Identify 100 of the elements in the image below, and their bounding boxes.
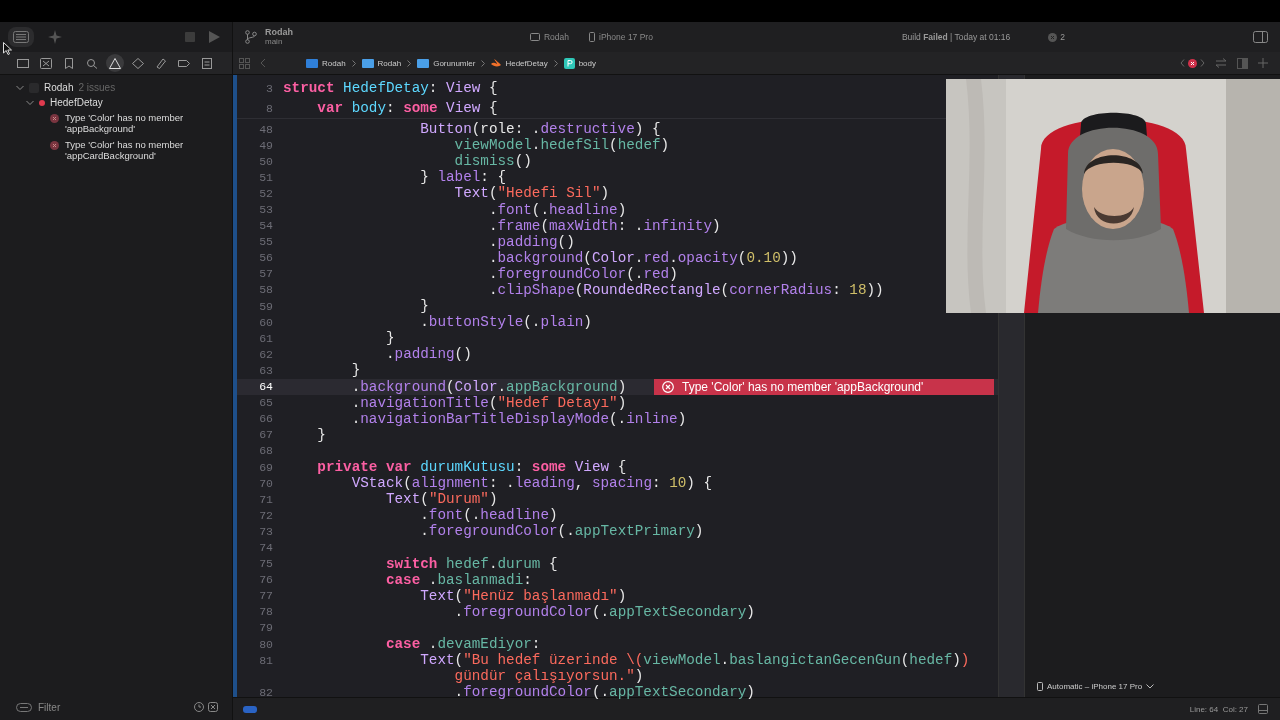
line-number: 56 [258, 251, 273, 265]
filter-field[interactable]: Filter [38, 701, 158, 713]
line-number: 75 [258, 557, 273, 571]
breadcrumb[interactable]: Gorunumler [433, 58, 476, 68]
code-line: .font(.headline) [419, 507, 558, 524]
line-number: 8 [265, 101, 273, 115]
line-number: 58 [258, 283, 273, 297]
build-status: Build Failed | Today at 01:16 [901, 32, 1011, 42]
code-line: } [384, 330, 395, 347]
code-line: .frame(maxWidth: .infinity) [487, 217, 721, 234]
swap-icon[interactable] [1215, 58, 1227, 68]
console-toggle-icon[interactable] [243, 705, 257, 713]
line-number: 59 [258, 299, 273, 313]
line-number: 57 [258, 267, 273, 281]
code-line: Text("Henüz başlanmadı") [419, 587, 627, 604]
project-name[interactable]: Rodah [44, 82, 74, 93]
line-number: 54 [258, 219, 273, 233]
code-line: .font(.headline) [487, 201, 627, 218]
code-line: } [316, 426, 326, 443]
next-issue-icon[interactable] [1200, 59, 1205, 67]
app-icon [530, 33, 540, 41]
line-number: 67 [258, 428, 273, 442]
clock-icon[interactable] [194, 702, 204, 712]
breadcrumb[interactable]: body [578, 58, 596, 68]
cursor-position: Line: 64 Col: 27 [1189, 704, 1248, 714]
add-icon[interactable] [1258, 58, 1268, 68]
line-number: 73 [258, 524, 273, 538]
device-selector[interactable]: iPhone 17 Pro [599, 32, 653, 42]
code-line: .buttonStyle(.plain) [419, 314, 592, 331]
issue-message[interactable]: Type 'Color' has no member 'appCardBackground' [65, 139, 215, 161]
code-line: .foregroundColor(.appTextSecondary) [453, 603, 755, 620]
line-number: 49 [258, 138, 273, 152]
line-number: 69 [258, 460, 273, 474]
file-name[interactable]: HedefDetay [50, 97, 103, 108]
issue-tab-icon[interactable] [106, 54, 124, 72]
disclosure-icon[interactable] [26, 99, 34, 106]
chevron-icon [553, 59, 558, 67]
chevron-icon [407, 59, 412, 67]
error-icon [50, 141, 59, 150]
line-number: 3 [265, 81, 273, 95]
inspector-toggle-icon[interactable] [1253, 31, 1268, 43]
code-line: .background(Color.red.opacity(0.10)) [487, 249, 798, 266]
scheme-selector[interactable]: Rodah [544, 32, 570, 42]
line-number: 70 [258, 476, 273, 490]
line-number: 52 [258, 186, 273, 200]
error-icon[interactable] [1188, 58, 1197, 68]
branch-icon [245, 30, 257, 44]
code-line: } label: { [419, 169, 507, 186]
folder-icon [417, 58, 430, 68]
code-line: .navigationTitle("Hedef Detayı") [350, 394, 627, 411]
panel-icon[interactable] [1258, 704, 1268, 714]
code-line: .padding() [384, 346, 472, 363]
line-number: 51 [258, 170, 273, 184]
code-line: } [350, 362, 361, 379]
caret-icon[interactable] [1146, 684, 1155, 689]
play-icon[interactable] [209, 31, 220, 43]
breadcrumb[interactable]: Rodah [322, 58, 346, 68]
code-line: switch hedef.durum { [384, 555, 558, 572]
project-title: Rodah [265, 28, 293, 37]
code-line: .foregroundColor(.red) [487, 265, 678, 282]
issue-count: 2 issues [78, 82, 116, 93]
sidebar-toggle-icon[interactable] [8, 27, 34, 47]
error-icon [50, 114, 59, 123]
code-line: case .devamEdiyor: [384, 636, 541, 653]
code-line: .navigationBarTitleDisplayMode(.inline) [350, 410, 687, 427]
code-line: case .baslanmadi: [384, 571, 532, 588]
issue-message[interactable]: Type 'Color' has no member 'appBackground' [65, 112, 215, 134]
previous-issue-icon[interactable] [1180, 59, 1185, 67]
filter-icon[interactable] [16, 702, 32, 712]
line-number: 60 [258, 315, 273, 329]
line-number: 50 [258, 154, 273, 168]
code-line: .clipShape(RoundedRectangle(cornerRadius: 18)) [487, 282, 884, 298]
line-number: 80 [258, 637, 273, 651]
disclosure-icon[interactable] [16, 84, 24, 91]
chevron-icon [351, 59, 356, 67]
back-icon[interactable] [260, 58, 266, 68]
code-line: } [419, 298, 429, 315]
split-view-icon[interactable] [1237, 57, 1248, 69]
grid-icon[interactable] [239, 57, 250, 69]
code-line: dismiss() [453, 153, 532, 170]
breadcrumb[interactable]: HedefDetay [505, 58, 548, 68]
code-line: .foregroundColor(.appTextPrimary) [419, 523, 704, 540]
error-annotation[interactable]: Type 'Color' has no member 'appBackground' [654, 378, 994, 395]
error-filter-icon[interactable] [208, 702, 218, 712]
code-line: struct HedefDetay: View { [283, 80, 498, 96]
line-number: 64 [258, 380, 273, 394]
folder-icon [361, 58, 374, 68]
line-number: 61 [258, 331, 273, 345]
phone-icon [1037, 682, 1043, 691]
sparkle-icon[interactable] [48, 30, 62, 44]
breadcrumb[interactable]: Rodah [377, 58, 402, 68]
folder-icon [306, 58, 318, 68]
chevron-icon [481, 59, 486, 67]
line-number: 71 [258, 492, 273, 506]
line-number: 66 [258, 412, 273, 426]
line-number: 79 [258, 621, 273, 635]
code-line: Text("Durum") [384, 491, 498, 508]
code-line: Button(role: .destructive) { [419, 121, 661, 138]
preview-device-selector[interactable]: Automatic – iPhone 17 Pro [1047, 682, 1143, 691]
code-line: .background(Color.appBackground) [350, 378, 627, 395]
